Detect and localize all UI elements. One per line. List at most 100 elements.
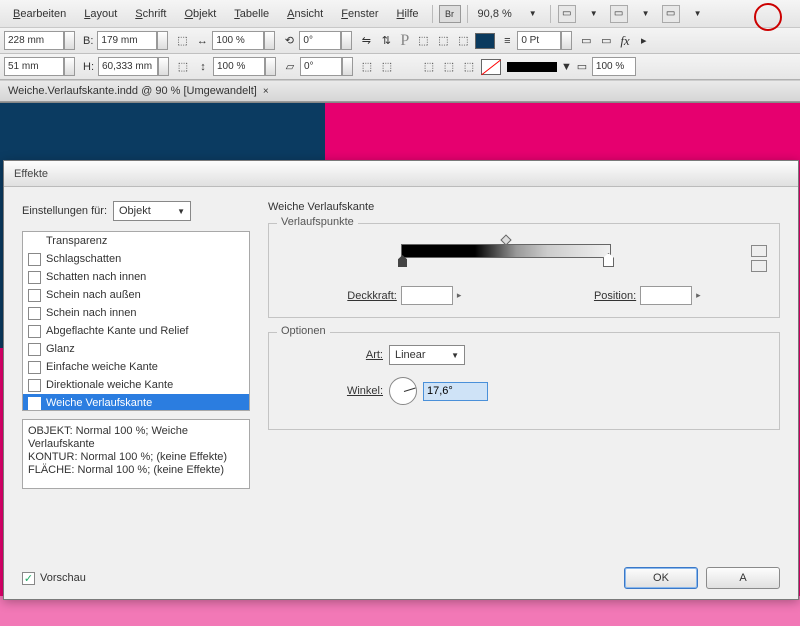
- effect-inner-shadow[interactable]: Schatten nach innen: [23, 268, 249, 286]
- menu-table[interactable]: Tabelle: [225, 4, 278, 24]
- effect-list: Transparenz Schlagschatten Schatten nach…: [22, 231, 250, 411]
- menu-window[interactable]: Fenster: [332, 4, 387, 24]
- effects-dialog: Effekte Einstellungen für: Objekt▼ Trans…: [3, 160, 799, 600]
- rotate-icon: ⟲: [280, 32, 298, 50]
- gradient-stops-group: Verlaufspunkte Deckkraft:▸ Position:▸: [268, 223, 780, 318]
- cancel-button[interactable]: A: [706, 567, 780, 589]
- angle-dial[interactable]: [389, 377, 417, 405]
- x-stepper[interactable]: [64, 31, 75, 50]
- opacity-label: Deckkraft:: [347, 290, 397, 302]
- gradient-tool-icon[interactable]: [751, 260, 767, 272]
- type-label: Art:: [341, 349, 383, 361]
- reverse-gradient-icon[interactable]: [751, 245, 767, 257]
- preview-label: Vorschau: [40, 572, 86, 584]
- position-label: Position:: [594, 290, 636, 302]
- align-icon-1[interactable]: ⬚: [414, 32, 432, 50]
- align-icon-3[interactable]: ⬚: [454, 32, 472, 50]
- angle-input[interactable]: 17,6°: [423, 382, 488, 401]
- dist-icon-1[interactable]: ⬚: [420, 58, 438, 76]
- effect-summary: OBJEKT: Normal 100 %; Weiche Verlaufskan…: [22, 419, 250, 489]
- stroke-weight-input[interactable]: 0 Pt: [517, 31, 561, 50]
- screen-mode-icon[interactable]: ▭: [610, 5, 628, 23]
- opacity-arrow-icon[interactable]: ▸: [457, 290, 462, 301]
- constrain-icon[interactable]: ⬚: [174, 58, 192, 76]
- menu-object[interactable]: Objekt: [175, 4, 225, 24]
- height-input[interactable]: 60,333 mm: [98, 57, 158, 76]
- menu-layout[interactable]: Layout: [75, 4, 126, 24]
- stroke-weight-icon: ≡: [498, 32, 516, 50]
- width-input[interactable]: 179 mm: [97, 31, 157, 50]
- tool-icon-1[interactable]: ⬚: [358, 58, 376, 76]
- effect-outer-glow[interactable]: Schein nach außen: [23, 286, 249, 304]
- stroke-style[interactable]: [507, 62, 557, 72]
- document-tab[interactable]: Weiche.Verlaufskante.indd @ 90 % [Umgewa…: [0, 80, 800, 102]
- scale-x-input[interactable]: 100 %: [212, 31, 264, 50]
- gradient-midpoint-icon[interactable]: [500, 234, 511, 245]
- position-input[interactable]: [640, 286, 692, 305]
- gradient-ramp[interactable]: [401, 244, 611, 258]
- menu-bar: BBearbeitenearbeiten Layout Schrift Obje…: [0, 0, 800, 28]
- x-input[interactable]: 228 mm: [4, 31, 64, 50]
- zoom-dropdown-icon[interactable]: ▼: [520, 5, 546, 22]
- link-icon[interactable]: ⬚: [173, 32, 191, 50]
- opacity-input[interactable]: [401, 286, 453, 305]
- angle-label: Winkel:: [341, 385, 383, 397]
- panel-heading: Weiche Verlaufskante: [268, 201, 780, 213]
- tab-close-icon[interactable]: ×: [263, 86, 269, 97]
- y-input[interactable]: 51 mm: [4, 57, 64, 76]
- width-label: B:: [79, 35, 97, 47]
- canvas-light-bar: [0, 596, 800, 626]
- effect-drop-shadow[interactable]: Schlagschatten: [23, 250, 249, 268]
- scale-x-icon: ↔: [193, 32, 211, 50]
- effect-directional-feather[interactable]: Direktionale weiche Kante: [23, 376, 249, 394]
- preview-icon[interactable]: ▭: [577, 32, 595, 50]
- gradient-stops-legend: Verlaufspunkte: [277, 216, 358, 228]
- tab-label: Weiche.Verlaufskante.indd @ 90 % [Umgewa…: [8, 85, 257, 97]
- menu-font[interactable]: Schrift: [126, 4, 175, 24]
- effect-satin[interactable]: Glanz: [23, 340, 249, 358]
- shear-input[interactable]: 0°: [300, 57, 342, 76]
- stroke-none-swatch[interactable]: [481, 59, 501, 75]
- effect-gradient-feather[interactable]: Weiche Verlaufskante: [23, 394, 249, 411]
- control-bar-2: 51 mm H: 60,333 mm ⬚ ↕ 100 % ▱ 0° ⬚ ⬚ ⬚ …: [0, 54, 800, 80]
- dialog-title: Effekte: [4, 161, 798, 187]
- preview-checkbox[interactable]: [22, 572, 35, 585]
- position-arrow-icon[interactable]: ▸: [696, 290, 701, 301]
- options-group: Optionen Art: Linear▼ Winkel: 17,6°: [268, 332, 780, 430]
- align-icon-2[interactable]: ⬚: [434, 32, 452, 50]
- paragraph-icon[interactable]: P: [396, 32, 413, 50]
- fx-button[interactable]: fx: [620, 33, 629, 49]
- opacity-icon[interactable]: ▭: [573, 58, 591, 76]
- scale-y-icon: ↕: [194, 58, 212, 76]
- dist-icon-3[interactable]: ⬚: [460, 58, 478, 76]
- arrange-icon[interactable]: ▭: [662, 5, 680, 23]
- flip-v-icon[interactable]: ⇅: [377, 32, 395, 50]
- shear-icon: ▱: [281, 58, 299, 76]
- options-legend: Optionen: [277, 325, 330, 337]
- bridge-icon[interactable]: Br: [439, 5, 461, 23]
- control-bar-1: 228 mm B: 179 mm ⬚ ↔ 100 % ⟲ 0° ⇋ ⇅ P ⬚ …: [0, 28, 800, 54]
- dist-icon-2[interactable]: ⬚: [440, 58, 458, 76]
- mode-icon[interactable]: ▭: [597, 32, 615, 50]
- effect-basic-feather[interactable]: Einfache weiche Kante: [23, 358, 249, 376]
- menu-view[interactable]: Ansicht: [278, 4, 332, 24]
- rotate-input[interactable]: 0°: [299, 31, 341, 50]
- panel-menu-icon[interactable]: ▸: [635, 32, 653, 50]
- effect-inner-glow[interactable]: Schein nach innen: [23, 304, 249, 322]
- effect-bevel[interactable]: Abgeflachte Kante und Relief: [23, 322, 249, 340]
- settings-for-dropdown[interactable]: Objekt▼: [113, 201, 191, 221]
- menu-help[interactable]: Hilfe: [388, 4, 428, 24]
- type-dropdown[interactable]: Linear▼: [389, 345, 465, 365]
- height-label: H:: [79, 61, 98, 73]
- scale-y-input[interactable]: 100 %: [213, 57, 265, 76]
- fill-swatch[interactable]: [475, 33, 495, 49]
- tool-icon-2[interactable]: ⬚: [378, 58, 396, 76]
- menu-edit[interactable]: BBearbeitenearbeiten: [4, 4, 75, 24]
- effect-transparency[interactable]: Transparenz: [23, 232, 249, 250]
- settings-for-label: Einstellungen für:: [22, 205, 107, 217]
- opacity-input[interactable]: 100 %: [592, 57, 636, 76]
- flip-h-icon[interactable]: ⇋: [357, 32, 375, 50]
- view-mode-icon[interactable]: ▭: [558, 5, 576, 23]
- zoom-display[interactable]: 90,8 %: [472, 8, 518, 20]
- ok-button[interactable]: OK: [624, 567, 698, 589]
